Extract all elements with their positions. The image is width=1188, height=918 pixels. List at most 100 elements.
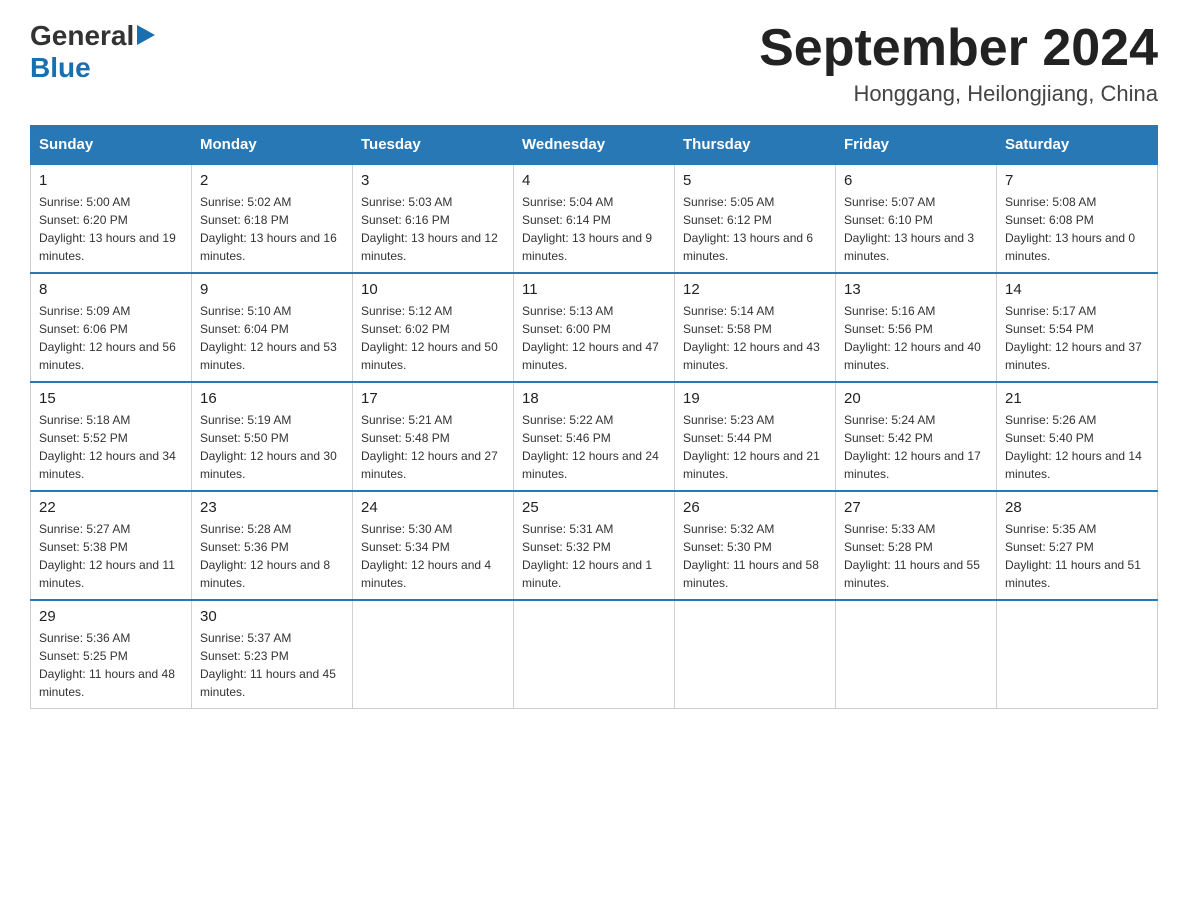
calendar-week-row: 22 Sunrise: 5:27 AMSunset: 5:38 PMDayligh… [31,491,1158,600]
calendar-cell [836,600,997,709]
calendar-cell: 28 Sunrise: 5:35 AMSunset: 5:27 PMDayligh… [997,491,1158,600]
day-number: 27 [844,499,988,516]
calendar-header-row: SundayMondayTuesdayWednesdayThursdayFrid… [31,126,1158,165]
day-info: Sunrise: 5:24 AMSunset: 5:42 PMDaylight:… [844,411,988,483]
day-number: 18 [522,390,666,407]
day-info: Sunrise: 5:03 AMSunset: 6:16 PMDaylight:… [361,193,505,265]
calendar-cell: 12 Sunrise: 5:14 AMSunset: 5:58 PMDayligh… [675,273,836,382]
day-number: 13 [844,281,988,298]
day-number: 25 [522,499,666,516]
day-number: 28 [1005,499,1149,516]
day-info: Sunrise: 5:31 AMSunset: 5:32 PMDaylight:… [522,520,666,592]
day-info: Sunrise: 5:10 AMSunset: 6:04 PMDaylight:… [200,302,344,374]
day-number: 26 [683,499,827,516]
calendar-cell: 7 Sunrise: 5:08 AMSunset: 6:08 PMDaylight… [997,164,1158,273]
calendar-month-year: September 2024 [759,20,1158,77]
day-number: 9 [200,281,344,298]
calendar-cell: 20 Sunrise: 5:24 AMSunset: 5:42 PMDayligh… [836,382,997,491]
day-number: 22 [39,499,183,516]
day-number: 8 [39,281,183,298]
day-info: Sunrise: 5:14 AMSunset: 5:58 PMDaylight:… [683,302,827,374]
logo-general-text: General [30,20,134,52]
calendar-header-thursday: Thursday [675,126,836,165]
calendar-cell: 9 Sunrise: 5:10 AMSunset: 6:04 PMDaylight… [192,273,353,382]
day-number: 11 [522,281,666,298]
day-number: 15 [39,390,183,407]
calendar-cell: 2Sunrise: 5:02 AMSunset: 6:18 PMDaylight… [192,164,353,273]
day-number: 17 [361,390,505,407]
day-info: Sunrise: 5:26 AMSunset: 5:40 PMDaylight:… [1005,411,1149,483]
day-number: 5 [683,172,827,189]
day-info: Sunrise: 5:05 AMSunset: 6:12 PMDaylight:… [683,193,827,265]
calendar-table: SundayMondayTuesdayWednesdayThursdayFrid… [30,125,1158,709]
calendar-cell: 4 Sunrise: 5:04 AMSunset: 6:14 PMDaylight… [514,164,675,273]
calendar-cell: 22 Sunrise: 5:27 AMSunset: 5:38 PMDayligh… [31,491,192,600]
calendar-cell: 18 Sunrise: 5:22 AMSunset: 5:46 PMDayligh… [514,382,675,491]
day-number: 23 [200,499,344,516]
calendar-cell [353,600,514,709]
calendar-cell: 8 Sunrise: 5:09 AMSunset: 6:06 PMDaylight… [31,273,192,382]
day-info: Sunrise: 5:18 AMSunset: 5:52 PMDaylight:… [39,411,183,483]
calendar-cell: 3Sunrise: 5:03 AMSunset: 6:16 PMDaylight… [353,164,514,273]
day-info: Sunrise: 5:21 AMSunset: 5:48 PMDaylight:… [361,411,505,483]
day-number: 10 [361,281,505,298]
calendar-cell: 16 Sunrise: 5:19 AMSunset: 5:50 PMDayligh… [192,382,353,491]
calendar-cell: 30Sunrise: 5:37 AMSunset: 5:23 PMDayligh… [192,600,353,709]
day-info: Sunrise: 5:09 AMSunset: 6:06 PMDaylight:… [39,302,183,374]
day-info: Sunrise: 5:13 AMSunset: 6:00 PMDaylight:… [522,302,666,374]
calendar-cell: 14Sunrise: 5:17 AMSunset: 5:54 PMDayligh… [997,273,1158,382]
calendar-week-row: 15 Sunrise: 5:18 AMSunset: 5:52 PMDayligh… [31,382,1158,491]
day-number: 21 [1005,390,1149,407]
logo-triangle-icon [137,25,155,45]
day-number: 4 [522,172,666,189]
day-info: Sunrise: 5:35 AMSunset: 5:27 PMDaylight:… [1005,520,1149,592]
day-info: Sunrise: 5:22 AMSunset: 5:46 PMDaylight:… [522,411,666,483]
calendar-cell: 15 Sunrise: 5:18 AMSunset: 5:52 PMDayligh… [31,382,192,491]
calendar-cell: 26 Sunrise: 5:32 AMSunset: 5:30 PMDayligh… [675,491,836,600]
calendar-cell: 10 Sunrise: 5:12 AMSunset: 6:02 PMDayligh… [353,273,514,382]
calendar-cell: 24Sunrise: 5:30 AMSunset: 5:34 PMDayligh… [353,491,514,600]
day-info: Sunrise: 5:04 AMSunset: 6:14 PMDaylight:… [522,193,666,265]
day-number: 6 [844,172,988,189]
calendar-header-tuesday: Tuesday [353,126,514,165]
logo-blue-text: Blue [30,52,91,83]
day-number: 30 [200,608,344,625]
calendar-cell: 5 Sunrise: 5:05 AMSunset: 6:12 PMDaylight… [675,164,836,273]
calendar-header-saturday: Saturday [997,126,1158,165]
day-number: 12 [683,281,827,298]
day-info: Sunrise: 5:27 AMSunset: 5:38 PMDaylight:… [39,520,183,592]
calendar-cell [997,600,1158,709]
calendar-header-monday: Monday [192,126,353,165]
calendar-title-area: September 2024 Honggang, Heilongjiang, C… [759,20,1158,107]
day-number: 29 [39,608,183,625]
calendar-cell [514,600,675,709]
calendar-cell: 1Sunrise: 5:00 AMSunset: 6:20 PMDaylight… [31,164,192,273]
day-info: Sunrise: 5:33 AMSunset: 5:28 PMDaylight:… [844,520,988,592]
day-info: Sunrise: 5:07 AMSunset: 6:10 PMDaylight:… [844,193,988,265]
calendar-cell: 29 Sunrise: 5:36 AMSunset: 5:25 PMDayligh… [31,600,192,709]
page-header: General Blue September 2024 Honggang, He… [30,20,1158,107]
calendar-cell: 19Sunrise: 5:23 AMSunset: 5:44 PMDayligh… [675,382,836,491]
calendar-week-row: 29 Sunrise: 5:36 AMSunset: 5:25 PMDayligh… [31,600,1158,709]
calendar-cell: 11 Sunrise: 5:13 AMSunset: 6:00 PMDayligh… [514,273,675,382]
calendar-header-sunday: Sunday [31,126,192,165]
calendar-cell: 27 Sunrise: 5:33 AMSunset: 5:28 PMDayligh… [836,491,997,600]
day-info: Sunrise: 5:23 AMSunset: 5:44 PMDaylight:… [683,411,827,483]
day-number: 1 [39,172,183,189]
calendar-header-wednesday: Wednesday [514,126,675,165]
calendar-header-friday: Friday [836,126,997,165]
calendar-cell: 6 Sunrise: 5:07 AMSunset: 6:10 PMDaylight… [836,164,997,273]
day-number: 16 [200,390,344,407]
day-info: Sunrise: 5:02 AMSunset: 6:18 PMDaylight:… [200,193,344,265]
calendar-cell [675,600,836,709]
calendar-cell: 17 Sunrise: 5:21 AMSunset: 5:48 PMDayligh… [353,382,514,491]
day-number: 7 [1005,172,1149,189]
day-number: 20 [844,390,988,407]
day-info: Sunrise: 5:32 AMSunset: 5:30 PMDaylight:… [683,520,827,592]
day-info: Sunrise: 5:28 AMSunset: 5:36 PMDaylight:… [200,520,344,592]
day-info: Sunrise: 5:12 AMSunset: 6:02 PMDaylight:… [361,302,505,374]
day-info: Sunrise: 5:36 AMSunset: 5:25 PMDaylight:… [39,629,183,701]
day-info: Sunrise: 5:08 AMSunset: 6:08 PMDaylight:… [1005,193,1149,265]
day-info: Sunrise: 5:19 AMSunset: 5:50 PMDaylight:… [200,411,344,483]
calendar-cell: 21 Sunrise: 5:26 AMSunset: 5:40 PMDayligh… [997,382,1158,491]
